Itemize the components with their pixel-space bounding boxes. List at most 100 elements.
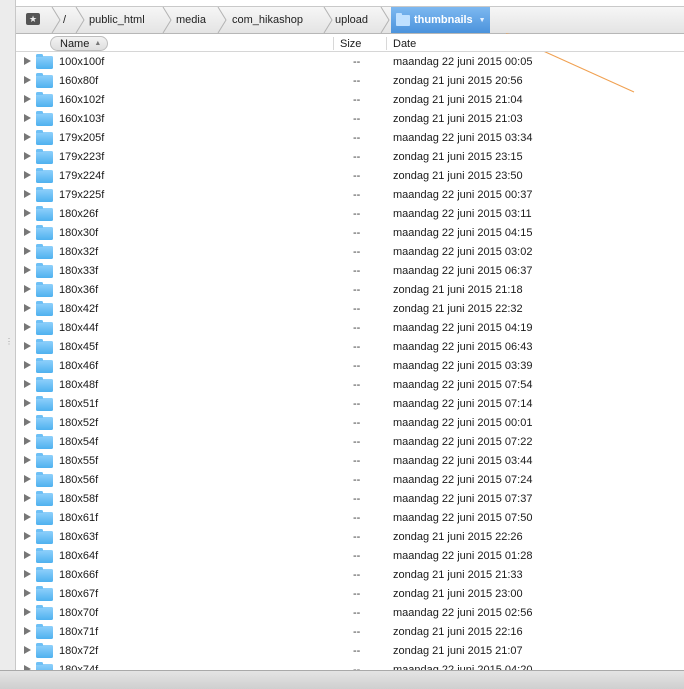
- list-item[interactable]: 180x74f -- maandag 22 juni 2015 04:20: [16, 661, 684, 670]
- list-item[interactable]: 180x44f -- maandag 22 juni 2015 04:19: [16, 319, 684, 338]
- disclosure-triangle-icon[interactable]: [24, 570, 31, 578]
- list-item[interactable]: 180x56f -- maandag 22 juni 2015 07:24: [16, 471, 684, 490]
- list-item[interactable]: 100x100f -- maandag 22 juni 2015 00:05: [16, 53, 684, 72]
- crumb-upload[interactable]: upload: [335, 7, 368, 33]
- list-item[interactable]: 180x30f -- maandag 22 juni 2015 04:15: [16, 224, 684, 243]
- disclosure-triangle-icon[interactable]: [24, 323, 31, 331]
- disclosure-triangle-icon[interactable]: [24, 494, 31, 502]
- disclosure-triangle-icon[interactable]: [24, 76, 31, 84]
- list-item[interactable]: 180x46f -- maandag 22 juni 2015 03:39: [16, 357, 684, 376]
- disclosure-triangle-icon[interactable]: [24, 513, 31, 521]
- splitter-handle[interactable]: ⋮: [5, 338, 13, 346]
- column-divider[interactable]: [333, 37, 334, 50]
- list-item[interactable]: 179x205f -- maandag 22 juni 2015 03:34: [16, 129, 684, 148]
- list-item[interactable]: 180x54f -- maandag 22 juni 2015 07:22: [16, 433, 684, 452]
- list-item[interactable]: 180x70f -- maandag 22 juni 2015 02:56: [16, 604, 684, 623]
- column-divider[interactable]: [386, 37, 387, 50]
- crumb-media[interactable]: media: [176, 7, 206, 33]
- list-item[interactable]: 180x36f -- zondag 21 juni 2015 21:18: [16, 281, 684, 300]
- list-item[interactable]: 180x58f -- maandag 22 juni 2015 07:37: [16, 490, 684, 509]
- list-item[interactable]: 180x33f -- maandag 22 juni 2015 06:37: [16, 262, 684, 281]
- disclosure-triangle-icon[interactable]: [24, 133, 31, 141]
- column-size-header[interactable]: Size: [340, 36, 361, 51]
- list-item[interactable]: 180x61f -- maandag 22 juni 2015 07:50: [16, 509, 684, 528]
- disclosure-triangle-icon[interactable]: [24, 95, 31, 103]
- list-item[interactable]: 180x51f -- maandag 22 juni 2015 07:14: [16, 395, 684, 414]
- folder-icon: [36, 54, 53, 69]
- file-name: 179x225f: [59, 189, 105, 201]
- crumb-thumbnails[interactable]: thumbnails ▼: [391, 7, 490, 33]
- file-size: --: [353, 626, 361, 638]
- file-date: maandag 22 juni 2015 03:34: [393, 132, 533, 144]
- disclosure-triangle-icon[interactable]: [24, 608, 31, 616]
- list-item[interactable]: 179x224f -- zondag 21 juni 2015 23:50: [16, 167, 684, 186]
- list-item[interactable]: 180x66f -- zondag 21 juni 2015 21:33: [16, 566, 684, 585]
- file-size: --: [353, 436, 361, 448]
- file-size: --: [353, 512, 361, 524]
- chevron-down-icon[interactable]: ▼: [479, 17, 486, 24]
- disclosure-triangle-icon[interactable]: [24, 266, 31, 274]
- disclosure-triangle-icon[interactable]: [24, 551, 31, 559]
- disclosure-triangle-icon[interactable]: [24, 285, 31, 293]
- list-item[interactable]: 160x103f -- zondag 21 juni 2015 21:03: [16, 110, 684, 129]
- file-size: --: [353, 151, 361, 163]
- list-item[interactable]: 180x48f -- maandag 22 juni 2015 07:54: [16, 376, 684, 395]
- disclosure-triangle-icon[interactable]: [24, 171, 31, 179]
- crumb-public-html[interactable]: public_html: [89, 7, 145, 33]
- disclosure-triangle-icon[interactable]: [24, 209, 31, 217]
- column-date-header[interactable]: Date: [393, 36, 416, 51]
- list-item[interactable]: 180x26f -- maandag 22 juni 2015 03:11: [16, 205, 684, 224]
- file-name: 100x100f: [59, 56, 105, 68]
- list-item[interactable]: 179x223f -- zondag 21 juni 2015 23:15: [16, 148, 684, 167]
- disclosure-triangle-icon[interactable]: [24, 380, 31, 388]
- star-icon[interactable]: ★: [26, 13, 40, 25]
- disclosure-triangle-icon[interactable]: [24, 437, 31, 445]
- list-item[interactable]: 160x102f -- zondag 21 juni 2015 21:04: [16, 91, 684, 110]
- list-item[interactable]: 180x52f -- maandag 22 juni 2015 00:01: [16, 414, 684, 433]
- disclosure-triangle-icon[interactable]: [24, 114, 31, 122]
- folder-icon: [36, 567, 53, 582]
- disclosure-triangle-icon[interactable]: [24, 247, 31, 255]
- file-date: maandag 22 juni 2015 06:43: [393, 341, 533, 353]
- status-bar: [0, 670, 684, 689]
- disclosure-triangle-icon[interactable]: [24, 57, 31, 65]
- list-item[interactable]: 180x32f -- maandag 22 juni 2015 03:02: [16, 243, 684, 262]
- disclosure-triangle-icon[interactable]: [24, 627, 31, 635]
- disclosure-triangle-icon[interactable]: [24, 456, 31, 464]
- file-name: 180x56f: [59, 474, 99, 486]
- disclosure-triangle-icon[interactable]: [24, 532, 31, 540]
- file-size: --: [353, 455, 361, 467]
- disclosure-triangle-icon[interactable]: [24, 228, 31, 236]
- list-item[interactable]: 180x42f -- zondag 21 juni 2015 22:32: [16, 300, 684, 319]
- disclosure-triangle-icon[interactable]: [24, 589, 31, 597]
- file-name: 180x48f: [59, 379, 99, 391]
- disclosure-triangle-icon[interactable]: [24, 361, 31, 369]
- list-item[interactable]: 180x63f -- zondag 21 juni 2015 22:26: [16, 528, 684, 547]
- list-item[interactable]: 180x71f -- zondag 21 juni 2015 22:16: [16, 623, 684, 642]
- disclosure-triangle-icon[interactable]: [24, 304, 31, 312]
- file-date: maandag 22 juni 2015 07:50: [393, 512, 533, 524]
- disclosure-triangle-icon[interactable]: [24, 418, 31, 426]
- list-item[interactable]: 180x45f -- maandag 22 juni 2015 06:43: [16, 338, 684, 357]
- file-size: --: [353, 531, 361, 543]
- list-item[interactable]: 180x72f -- zondag 21 juni 2015 21:07: [16, 642, 684, 661]
- file-name: 180x46f: [59, 360, 99, 372]
- list-item[interactable]: 160x80f -- zondag 21 juni 2015 20:56: [16, 72, 684, 91]
- crumb-root[interactable]: /: [63, 7, 66, 33]
- disclosure-triangle-icon[interactable]: [24, 646, 31, 654]
- folder-icon: [36, 377, 53, 392]
- file-date: zondag 21 juni 2015 23:50: [393, 170, 523, 182]
- disclosure-triangle-icon[interactable]: [24, 152, 31, 160]
- disclosure-triangle-icon[interactable]: [24, 342, 31, 350]
- disclosure-triangle-icon[interactable]: [24, 190, 31, 198]
- list-item[interactable]: 180x64f -- maandag 22 juni 2015 01:28: [16, 547, 684, 566]
- list-item[interactable]: 180x67f -- zondag 21 juni 2015 23:00: [16, 585, 684, 604]
- list-item[interactable]: 180x55f -- maandag 22 juni 2015 03:44: [16, 452, 684, 471]
- crumb-com-hikashop[interactable]: com_hikashop: [232, 7, 303, 33]
- disclosure-triangle-icon[interactable]: [24, 399, 31, 407]
- file-list[interactable]: 100x100f -- maandag 22 juni 2015 00:05 160x…: [16, 53, 684, 670]
- column-name-header[interactable]: Name ▲: [50, 36, 108, 51]
- list-item[interactable]: 179x225f -- maandag 22 juni 2015 00:37: [16, 186, 684, 205]
- disclosure-triangle-icon[interactable]: [24, 475, 31, 483]
- file-name: 180x32f: [59, 246, 99, 258]
